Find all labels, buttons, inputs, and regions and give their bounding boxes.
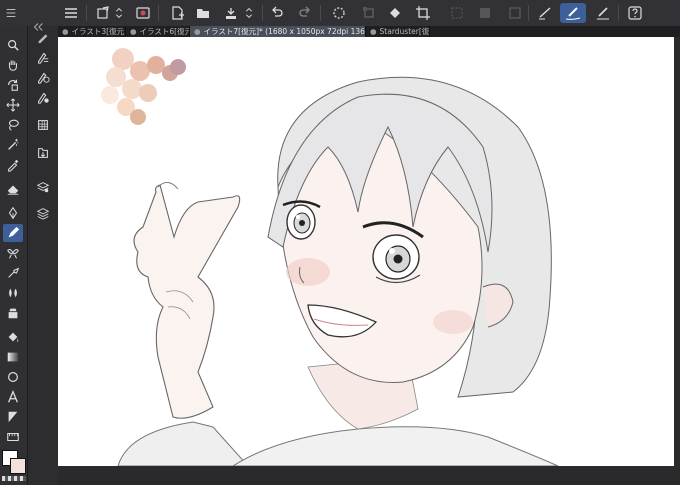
sub-tool-strip <box>28 23 59 485</box>
ruler-tool-icon[interactable] <box>3 428 23 446</box>
help-icon[interactable] <box>624 3 646 23</box>
decoration-tool-icon[interactable] <box>3 244 23 262</box>
search-layer-icon[interactable] <box>34 178 52 196</box>
color-palette-swatches <box>101 48 186 125</box>
tab-label: イラスト7[復元]* (1680 x 1050px 72dpi 136.3%) <box>203 27 366 36</box>
illustration <box>101 48 559 466</box>
eyedropper-tool-icon[interactable] <box>3 156 23 174</box>
drawing-canvas[interactable] <box>58 37 674 466</box>
close-icon[interactable]: ● <box>62 27 69 36</box>
save-icon[interactable] <box>220 3 242 23</box>
toolbar-divider <box>158 5 159 21</box>
fill-tool-icon[interactable] <box>3 328 23 346</box>
tab-label: Starduster[復元 <box>379 27 430 36</box>
fill-icon[interactable] <box>384 3 406 23</box>
airbrush-tool-icon[interactable] <box>3 264 23 282</box>
move-tool-icon[interactable] <box>3 96 23 114</box>
frame-tool-icon[interactable] <box>3 408 23 426</box>
blend-tool-icon[interactable] <box>3 284 23 302</box>
shirt <box>232 426 559 466</box>
selection-icon[interactable] <box>446 3 468 23</box>
view-icon[interactable] <box>132 3 154 23</box>
transform-icon[interactable] <box>358 3 380 23</box>
new-file-icon[interactable] <box>166 3 188 23</box>
document-tabs: ● イラスト3[復元 ● イラスト6[復元 ● イラスト7[復元]* (1680 x … <box>58 26 680 37</box>
zoom-tool-icon[interactable] <box>3 36 23 54</box>
tab-document[interactable]: ● イラスト6[復元 <box>126 26 190 37</box>
panel-toggle-icon[interactable] <box>4 3 18 23</box>
pencil-stroke-icon[interactable] <box>592 3 614 23</box>
fill-tool-icon[interactable] <box>3 304 23 322</box>
sub-color-swatch[interactable] <box>10 458 26 474</box>
lasso-tool-icon[interactable] <box>3 116 23 134</box>
stepper-icon[interactable] <box>242 3 256 23</box>
canvas-scroll-edge <box>674 37 680 466</box>
text-layer-icon[interactable] <box>34 68 52 86</box>
clip-studio-window: ● イラスト3[復元 ● イラスト6[復元 ● イラスト7[復元]* (1680 x … <box>0 0 680 485</box>
brush-stroke-icon[interactable] <box>560 3 586 23</box>
hand-tool-icon[interactable] <box>3 56 23 74</box>
pen-tool-icon[interactable] <box>3 204 23 222</box>
pencil-tool-icon[interactable] <box>3 224 23 242</box>
open-folder-icon[interactable] <box>192 3 214 23</box>
loading-spinner-icon[interactable] <box>328 3 350 23</box>
gradient-tool-icon[interactable] <box>3 348 23 366</box>
new-canvas-icon[interactable] <box>92 3 114 23</box>
chevron-double-left-icon[interactable] <box>29 18 47 36</box>
layers-icon[interactable] <box>34 204 52 222</box>
transparent-color-icon[interactable] <box>2 476 26 481</box>
shoulder-left <box>117 421 249 466</box>
tab-label: イラスト6[復元 <box>139 27 190 36</box>
eraser-tool-icon[interactable] <box>3 180 23 198</box>
rotate-tool-icon[interactable] <box>3 76 23 94</box>
pen-stroke-icon[interactable] <box>534 3 556 23</box>
tab-label: イラスト3[復元 <box>71 27 125 36</box>
figure-tool-icon[interactable] <box>3 368 23 386</box>
menu-icon[interactable] <box>60 3 82 23</box>
magic-wand-tool-icon[interactable] <box>3 136 23 154</box>
layer-property-icon[interactable] <box>34 48 52 66</box>
toolbar-divider <box>86 5 87 21</box>
text-tool-icon[interactable] <box>3 388 23 406</box>
canvas-bottom-area <box>58 466 680 485</box>
command-bar <box>0 0 680 27</box>
tab-document-active[interactable]: ● イラスト7[復元]* (1680 x 1050px 72dpi 136.3%) <box>190 26 366 37</box>
selection-icon[interactable] <box>504 3 526 23</box>
toolbar-divider <box>618 5 619 21</box>
tab-document[interactable]: ●Starduster[復元 <box>366 26 430 37</box>
crop-icon[interactable] <box>412 3 434 23</box>
gallery-icon[interactable] <box>34 116 52 134</box>
stepper-icon[interactable] <box>112 3 126 23</box>
reference-layer-icon[interactable] <box>34 88 52 106</box>
undo-icon[interactable] <box>266 3 288 23</box>
toolbar-divider <box>320 5 321 21</box>
close-icon[interactable]: ● <box>194 27 201 36</box>
selection-icon[interactable] <box>474 3 496 23</box>
tool-bar <box>0 26 28 485</box>
redo-icon[interactable] <box>294 3 316 23</box>
close-icon[interactable]: ● <box>370 27 377 36</box>
toolbar-divider <box>262 5 263 21</box>
import-icon[interactable] <box>34 144 52 162</box>
close-icon[interactable]: ● <box>130 27 137 36</box>
toolbar-divider <box>528 5 529 21</box>
peace-sign-hand <box>133 182 241 419</box>
tab-document[interactable]: ● イラスト3[復元 <box>58 26 126 37</box>
